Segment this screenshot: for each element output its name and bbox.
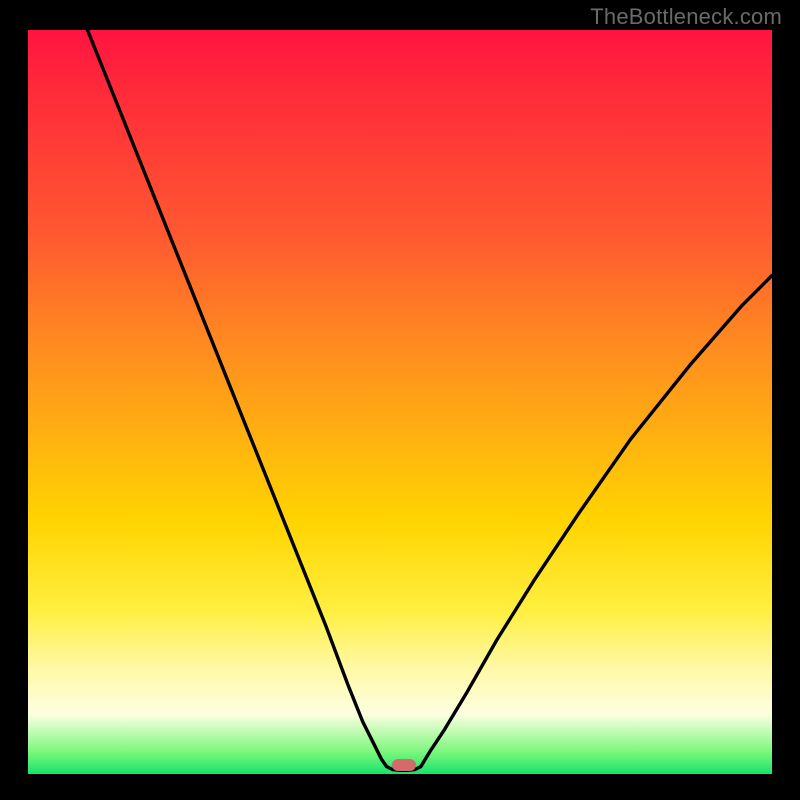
plot-area bbox=[28, 30, 772, 774]
curve-svg bbox=[28, 30, 772, 774]
optimum-marker bbox=[392, 759, 416, 771]
bottleneck-curve bbox=[88, 30, 773, 770]
watermark-text: TheBottleneck.com bbox=[590, 4, 782, 30]
chart-frame: TheBottleneck.com bbox=[0, 0, 800, 800]
